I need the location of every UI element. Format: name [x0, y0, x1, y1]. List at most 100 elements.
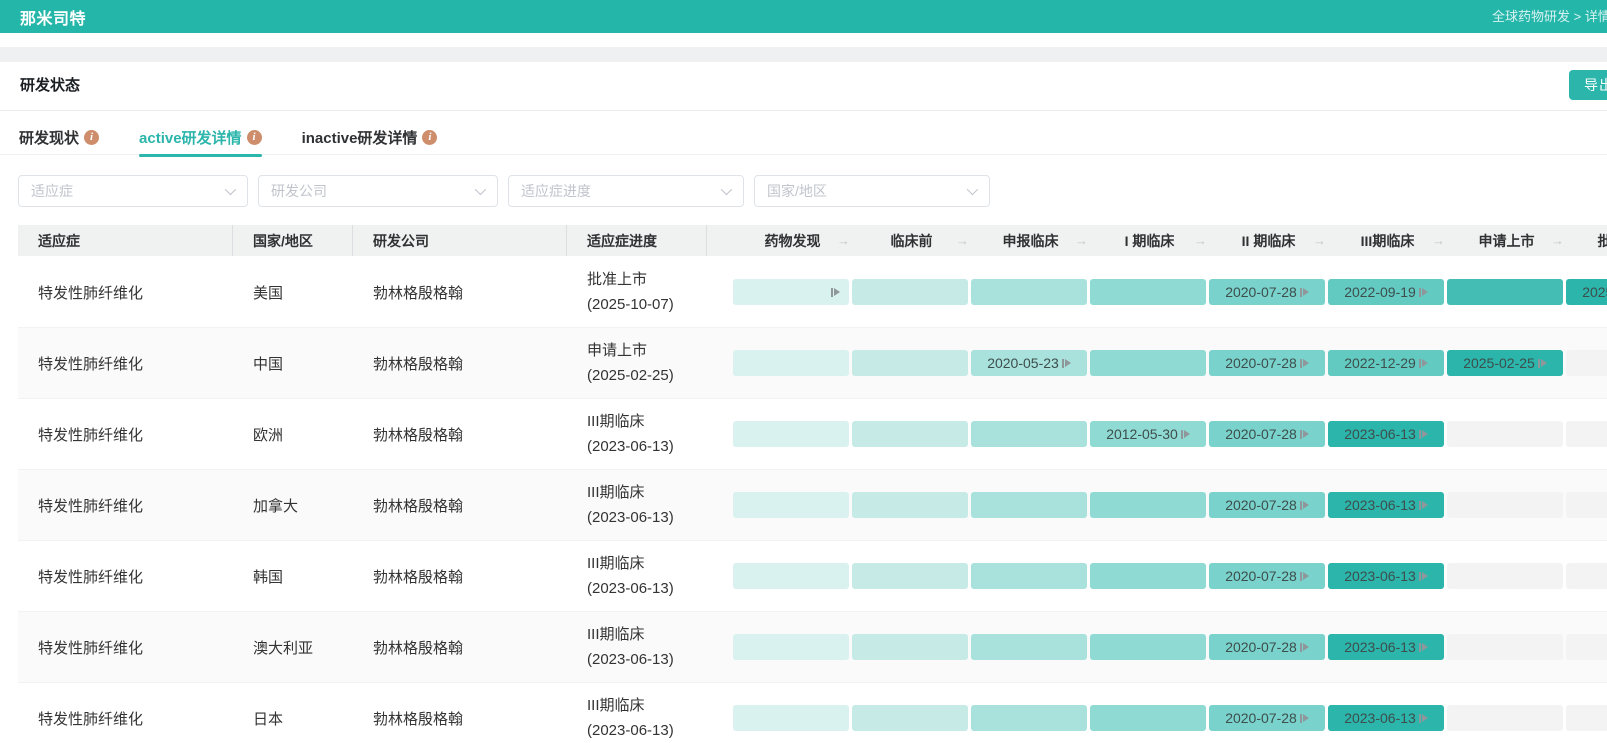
phase-segment[interactable]: 2023-06-13 — [1328, 563, 1444, 589]
phase-date: 2020-07-28 — [1225, 639, 1297, 655]
phase-date: 2023-06-13 — [1344, 639, 1416, 655]
filter-indication[interactable]: 适应症 — [18, 175, 248, 207]
chevron-down-icon — [225, 184, 236, 195]
cell-company: 勃林格殷格翰 — [353, 708, 567, 729]
phase-segment[interactable] — [971, 563, 1087, 589]
phase-segment[interactable] — [971, 279, 1087, 305]
export-button[interactable]: 导出 — [1569, 70, 1607, 100]
phase-segment[interactable] — [852, 421, 968, 447]
progress-phase: III期临床 — [587, 409, 707, 434]
cell-company: 勃林格殷格翰 — [353, 495, 567, 516]
phase-segment[interactable] — [971, 492, 1087, 518]
phase-segment[interactable]: 2020-07-28 — [1209, 634, 1325, 660]
cell-company: 勃林格殷格翰 — [353, 353, 567, 374]
breadcrumb[interactable]: 全球药物研发 > 详情 — [1492, 0, 1607, 33]
step-forward-icon — [1419, 714, 1428, 723]
phase-segment[interactable] — [733, 563, 849, 589]
filter-indication-progress[interactable]: 适应症进度 — [508, 175, 744, 207]
arrow-right-icon: → — [1194, 233, 1207, 248]
phase-segment[interactable] — [733, 705, 849, 731]
tab-rd-overview[interactable]: 研发现状 i — [19, 121, 99, 155]
phase-segment[interactable] — [852, 634, 968, 660]
tab-bar: 研发现状 i active研发详情 i inactive研发详情 i — [0, 121, 1607, 155]
phase-segment[interactable] — [1090, 492, 1206, 518]
phase-segment[interactable] — [852, 563, 968, 589]
filter-placeholder: 国家/地区 — [767, 181, 827, 201]
phase-segment[interactable]: 2020-07-28 — [1209, 705, 1325, 731]
phase-segment[interactable]: 2012-05-30 — [1090, 421, 1206, 447]
step-forward-icon — [1300, 430, 1309, 439]
filter-region[interactable]: 国家/地区 — [754, 175, 990, 207]
col-header-indication: 适应症 — [18, 225, 233, 256]
cell-indication: 特发性肺纤维化 — [18, 495, 233, 516]
cell-company: 勃林格殷格翰 — [353, 637, 567, 658]
cell-progress: 申请上市 (2025-02-25) — [567, 338, 707, 388]
phase-column-header: III期临床→ — [1328, 231, 1447, 251]
phase-column-label: I 期临床 — [1125, 231, 1175, 251]
filter-company[interactable]: 研发公司 — [258, 175, 498, 207]
cell-indication: 特发性肺纤维化 — [18, 424, 233, 445]
phase-date: 2022-09-19 — [1344, 284, 1416, 300]
phase-segment[interactable] — [971, 705, 1087, 731]
phase-segment[interactable]: 2020-07-28 — [1209, 421, 1325, 447]
tab-inactive-rd-detail[interactable]: inactive研发详情 i — [302, 121, 438, 155]
phase-segment[interactable] — [971, 634, 1087, 660]
cell-progress: 批准上市 (2025-10-07) — [567, 267, 707, 317]
phase-segment[interactable] — [1090, 350, 1206, 376]
phase-segment[interactable] — [1090, 705, 1206, 731]
phase-segment[interactable] — [852, 705, 968, 731]
phase-segment[interactable]: 2023-06-13 — [1328, 492, 1444, 518]
phase-segment[interactable] — [1090, 563, 1206, 589]
chevron-down-icon — [967, 184, 978, 195]
phase-segment[interactable]: 2022-12-29 — [1328, 350, 1444, 376]
phase-segment[interactable] — [733, 279, 849, 305]
arrow-right-icon: → — [1075, 233, 1088, 248]
phase-segment[interactable]: 2023-06-13 — [1328, 421, 1444, 447]
phase-column-label: 药物发现 — [765, 231, 821, 251]
phase-segment[interactable] — [852, 492, 968, 518]
phase-segment[interactable] — [852, 350, 968, 376]
phase-segment[interactable]: 2020-07-28 — [1209, 563, 1325, 589]
phase-segment — [1566, 350, 1607, 376]
progress-phase: III期临床 — [587, 622, 707, 647]
progress-date: (2023-06-13) — [587, 434, 707, 459]
phase-segment[interactable]: 2023-06-13 — [1328, 634, 1444, 660]
progress-phase: III期临床 — [587, 551, 707, 576]
phase-segment[interactable] — [971, 421, 1087, 447]
step-forward-icon — [1062, 359, 1071, 368]
step-forward-icon — [1419, 643, 1428, 652]
phase-segment[interactable] — [1447, 279, 1563, 305]
info-icon[interactable]: i — [422, 130, 437, 145]
info-icon[interactable]: i — [247, 130, 262, 145]
phase-segment[interactable]: 2022-09-19 — [1328, 279, 1444, 305]
phase-segment[interactable]: 2025-10-07 — [1566, 279, 1607, 305]
table-row: 特发性肺纤维化 韩国 勃林格殷格翰 III期临床 (2023-06-13) 20… — [18, 541, 1607, 612]
phase-segment[interactable]: 2020-07-28 — [1209, 492, 1325, 518]
phase-segment — [1566, 421, 1607, 447]
phase-segment[interactable] — [733, 350, 849, 376]
phase-segment[interactable]: 2023-06-13 — [1328, 705, 1444, 731]
phase-segment[interactable] — [852, 279, 968, 305]
cell-region: 美国 — [233, 282, 353, 303]
phase-columns-header: 药物发现→临床前→申报临床→I 期临床→II 期临床→III期临床→申请上市→批… — [707, 225, 1607, 256]
phase-segment[interactable]: 2025-02-25 — [1447, 350, 1563, 376]
phase-segment[interactable] — [733, 421, 849, 447]
phase-segment[interactable] — [733, 634, 849, 660]
phase-segment — [1447, 563, 1563, 589]
phase-segment[interactable]: 2020-05-23 — [971, 350, 1087, 376]
phase-segment[interactable] — [733, 492, 849, 518]
phase-segment[interactable]: 2020-07-28 — [1209, 279, 1325, 305]
progress-phase: 批准上市 — [587, 267, 707, 292]
phase-column-header: I 期临床 → — [1090, 231, 1209, 251]
phase-segment[interactable]: 2020-07-28 — [1209, 350, 1325, 376]
phase-segment — [1566, 634, 1607, 660]
phase-segment — [1447, 705, 1563, 731]
phase-segment[interactable] — [1090, 634, 1206, 660]
cell-progress: III期临床 (2023-06-13) — [567, 480, 707, 530]
info-icon[interactable]: i — [84, 130, 99, 145]
phase-segment — [1566, 492, 1607, 518]
phase-column-label: 临床前 — [891, 231, 933, 251]
tab-active-rd-detail[interactable]: active研发详情 i — [139, 121, 262, 155]
phase-segment[interactable] — [1090, 279, 1206, 305]
step-forward-icon — [1538, 359, 1547, 368]
